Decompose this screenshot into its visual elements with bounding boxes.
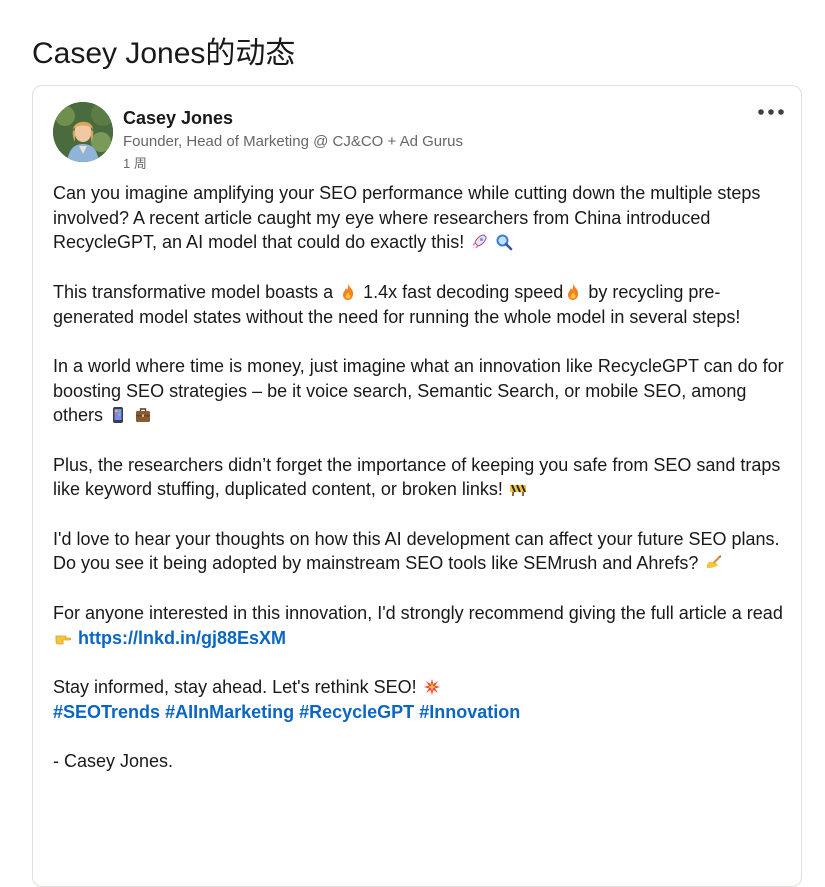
page-title: Casey Jones的动态 [32, 37, 296, 70]
more-options-button[interactable] [757, 102, 785, 122]
briefcase-icon [136, 408, 151, 423]
author-name[interactable]: Casey Jones [123, 108, 233, 129]
fire-icon [343, 283, 354, 300]
author-headline: Founder, Head of Marketing @ CJ&CO + Ad … [123, 133, 463, 150]
post-signoff: - Casey Jones. [53, 751, 174, 772]
rocket-icon [472, 234, 487, 250]
pointing-hand-icon [55, 635, 72, 644]
collision-icon [423, 678, 440, 695]
hashtag-link[interactable]: #RecycleGPT [299, 702, 414, 722]
paragraph-text: 1.4x fast decoding speed [363, 281, 564, 302]
paragraph-text: In a world where time is money, just ima… [53, 355, 784, 426]
post-paragraph: Plus, the researchers didn’t forget the … [53, 453, 789, 502]
post-card: Casey Jones Founder, Head of Marketing @… [32, 85, 802, 887]
construction-icon [509, 484, 526, 497]
fire-icon [568, 283, 579, 300]
article-link[interactable]: https://lnkd.in/gj88EsXM [78, 628, 286, 648]
paragraph-text: Plus, the researchers didn’t forget the … [53, 454, 781, 500]
ellipsis-icon [758, 109, 784, 115]
hashtag-link[interactable]: #SEOTrends [53, 702, 160, 722]
paragraph-text: For anyone interested in this innovation… [53, 602, 783, 623]
avatar[interactable] [53, 102, 113, 162]
post-paragraph: Stay informed, stay ahead. Let's rethink… [53, 675, 789, 724]
magnifier-icon [496, 234, 513, 251]
post-paragraph: I'd love to hear your thoughts on how th… [53, 527, 789, 576]
paragraph-text: I'd love to hear your thoughts on how th… [53, 528, 780, 574]
post-paragraph: This transformative model boasts a 1.4x … [53, 280, 789, 329]
post-paragraph: For anyone interested in this innovation… [53, 601, 789, 650]
hashtag-link[interactable]: #Innovation [419, 702, 520, 722]
paragraph-text: Can you imagine amplifying your SEO perf… [53, 183, 761, 253]
paragraph-text: This transformative model boasts a [53, 281, 334, 302]
mobile-phone-icon [113, 407, 124, 424]
post-paragraph: Can you imagine amplifying your SEO perf… [53, 181, 789, 255]
post-timestamp: 1 周 [123, 156, 147, 171]
post-paragraph: In a world where time is money, just ima… [53, 354, 789, 428]
writing-hand-icon [707, 555, 722, 569]
post-body: Can you imagine amplifying your SEO perf… [53, 181, 789, 798]
paragraph-text: Stay informed, stay ahead. Let's rethink… [53, 676, 417, 697]
hashtag-link[interactable]: #AIInMarketing [165, 702, 294, 722]
